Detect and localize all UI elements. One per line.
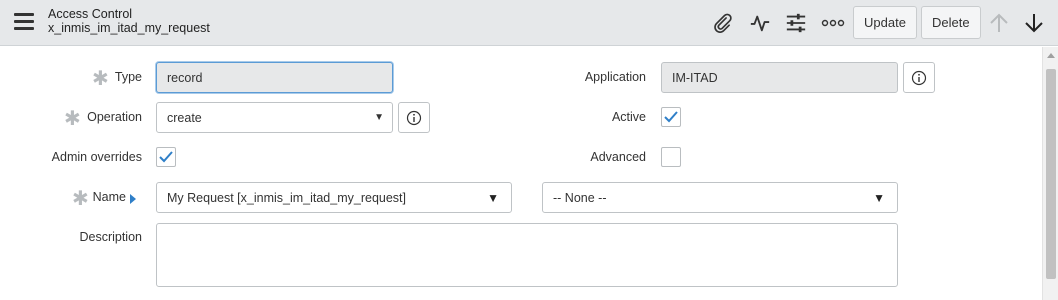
- admin-overrides-checkbox[interactable]: [156, 147, 176, 167]
- name-table-value: My Request [x_inmis_im_itad_my_request]: [167, 190, 406, 205]
- attachment-icon[interactable]: [709, 9, 735, 37]
- application-field[interactable]: IM-ITAD: [661, 62, 898, 93]
- operation-label: Operation: [87, 110, 142, 124]
- expand-triangle-icon[interactable]: [129, 194, 137, 204]
- active-label: Active: [611, 110, 646, 124]
- admin-overrides-label: Admin overrides: [51, 150, 142, 164]
- dropdown-caret-icon: ▼: [374, 112, 384, 123]
- arrow-down-icon[interactable]: [1021, 9, 1047, 37]
- name-table-select[interactable]: My Request [x_inmis_im_itad_my_request] …: [156, 182, 512, 213]
- type-label: Type: [114, 70, 142, 84]
- required-star-icon: ✱: [64, 108, 81, 130]
- dropdown-caret-icon: ▼: [873, 191, 885, 205]
- page-title: Access Control: [48, 7, 133, 21]
- form-header: Access Control x_inmis_im_itad_my_reques…: [0, 0, 1058, 46]
- info-icon: [406, 110, 422, 125]
- checkmark-icon: [664, 111, 678, 123]
- checkmark-icon: [159, 151, 173, 163]
- description-textarea[interactable]: [156, 223, 898, 287]
- operation-info-button[interactable]: [398, 102, 430, 133]
- header-title-block: Access Control x_inmis_im_itad_my_reques…: [48, 7, 210, 35]
- scrollbar-thumb[interactable]: [1046, 69, 1056, 279]
- name-label: Name: [92, 190, 126, 204]
- operation-value: create: [167, 110, 202, 125]
- menu-icon[interactable]: [14, 13, 38, 33]
- dropdown-caret-icon: ▼: [487, 191, 499, 205]
- vertical-scrollbar[interactable]: [1042, 47, 1058, 300]
- type-field[interactable]: record: [156, 62, 393, 93]
- description-label: Description: [79, 230, 142, 244]
- delete-button[interactable]: Delete: [921, 6, 981, 39]
- name-field-value: -- None --: [553, 190, 607, 205]
- activity-icon[interactable]: [747, 9, 773, 37]
- required-star-icon: ✱: [72, 188, 89, 210]
- record-subtitle: x_inmis_im_itad_my_request: [48, 21, 210, 35]
- arrow-up-icon[interactable]: [986, 9, 1012, 37]
- more-options-icon[interactable]: [820, 9, 846, 37]
- scroll-up-arrow-icon[interactable]: [1047, 53, 1055, 58]
- settings-sliders-icon[interactable]: [783, 9, 809, 37]
- advanced-checkbox[interactable]: [661, 147, 681, 167]
- update-button[interactable]: Update: [853, 6, 917, 39]
- advanced-label: Advanced: [590, 150, 646, 164]
- application-info-button[interactable]: [903, 62, 935, 93]
- active-checkbox[interactable]: [661, 107, 681, 127]
- info-icon: [911, 70, 927, 85]
- operation-select[interactable]: create ▼: [156, 102, 393, 133]
- name-field-select[interactable]: -- None -- ▼: [542, 182, 898, 213]
- application-label: Application: [584, 70, 646, 84]
